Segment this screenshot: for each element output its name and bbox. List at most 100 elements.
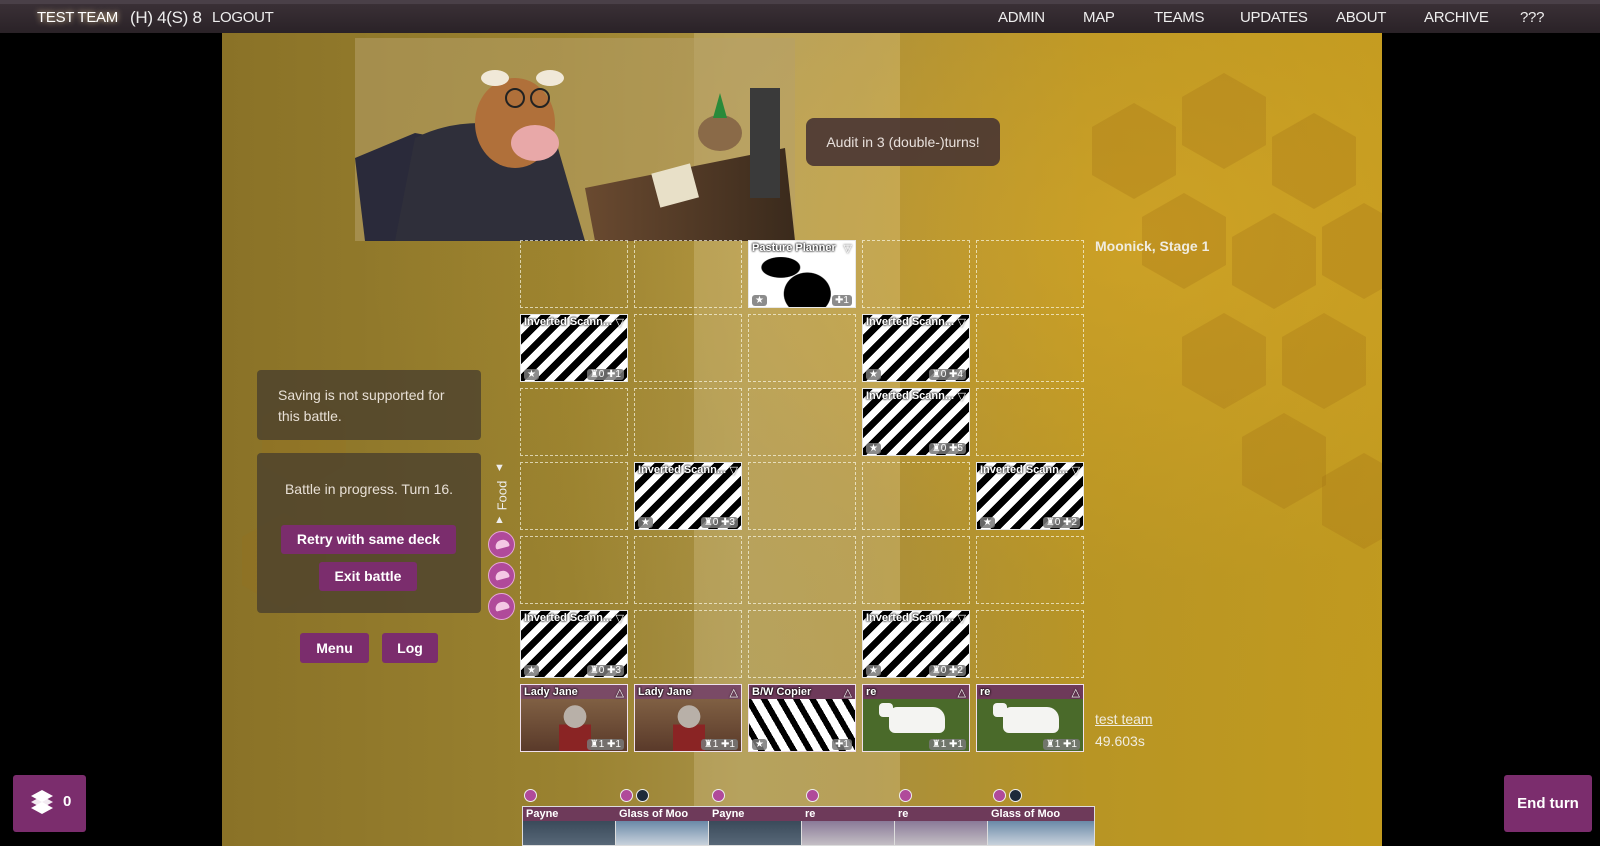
retry-button[interactable]: Retry with same deck (281, 525, 456, 554)
nav-map[interactable]: MAP (1083, 9, 1115, 26)
log-button[interactable]: Log (382, 633, 438, 663)
menu-button[interactable]: Menu (300, 633, 369, 663)
player-card[interactable]: re △ ♜1 ✚1 (976, 684, 1084, 752)
battle-status-panel: Battle in progress. Turn 16. Retry with … (257, 453, 481, 613)
board-slot[interactable] (976, 536, 1084, 604)
food-token-icon[interactable] (488, 531, 515, 558)
card-power-health: ♜1 ✚1 (1042, 739, 1080, 750)
enemy-card[interactable]: Inverted Scann... ▽ ★ ♜0 ✚5 (862, 388, 970, 456)
enemy-card[interactable]: Inverted Scann... ▽ ★ ♜0 ✚3 (520, 610, 628, 678)
hand-card[interactable]: Glass of Moo (987, 806, 1095, 846)
hand-card[interactable]: re (894, 806, 1002, 846)
card-stats: ★ ♜0 ✚5 (863, 441, 969, 455)
card-power-health: ♜1 ✚1 (928, 739, 966, 750)
board-slot[interactable] (520, 462, 628, 530)
nav-teams[interactable]: TEAMS (1154, 9, 1204, 26)
sigil-icon: ★ (524, 369, 539, 380)
food-cost-icon (899, 789, 912, 802)
food-cost-icon (993, 789, 1006, 802)
board-slot[interactable] (634, 240, 742, 308)
enemy-card[interactable]: Inverted Scann... ▽ ★ ♜0 ✚2 (976, 462, 1084, 530)
card-stats: ★ ♜0 ✚3 (521, 663, 627, 677)
triangle-down-icon: ▽ (957, 613, 966, 625)
nav-archive[interactable]: ARCHIVE (1424, 9, 1489, 26)
triangle-up-icon: ▲ (494, 514, 505, 526)
card-name: re (802, 807, 908, 821)
board-slot[interactable] (634, 610, 742, 678)
board-slot[interactable] (520, 536, 628, 604)
board-slot[interactable] (748, 388, 856, 456)
card-stats: ★ ♜0 ✚4 (863, 367, 969, 381)
board-slot[interactable] (634, 388, 742, 456)
card-name: B/W Copier (749, 685, 855, 699)
food-token-icon[interactable] (488, 562, 515, 589)
card-name: Inverted Scann... (524, 612, 613, 624)
board-slot[interactable] (520, 240, 628, 308)
enemy-card[interactable]: Inverted Scann... ▽ ★ ♜0 ✚4 (862, 314, 970, 382)
card-power-health: ♜0 ✚3 (700, 517, 738, 528)
player-card[interactable]: re △ ♜1 ✚1 (862, 684, 970, 752)
enemy-card[interactable]: Pasture Planner ▽ ★ ✚1 (748, 240, 856, 308)
card-name: Inverted Scann... (866, 612, 955, 624)
nav-about[interactable]: ABOUT (1336, 9, 1386, 26)
food-token-icon[interactable] (488, 593, 515, 620)
deck-count: 0 (63, 793, 72, 810)
enemy-card[interactable]: Inverted Scann... ▽ ★ ♜0 ✚2 (862, 610, 970, 678)
board-slot[interactable] (748, 610, 856, 678)
board-slot[interactable] (862, 462, 970, 530)
sigil-icon: ★ (638, 517, 653, 528)
player-card[interactable]: Lady Jane △ ♜1 ✚1 (520, 684, 628, 752)
exit-battle-button[interactable]: Exit battle (319, 562, 417, 591)
sigil-icon: ★ (752, 739, 767, 750)
logout-link[interactable]: LOGOUT (212, 9, 274, 26)
board-slot[interactable] (748, 314, 856, 382)
card-power-health: ♜0 ✚2 (928, 665, 966, 676)
enemy-card[interactable]: Inverted Scann... ▽ ★ ♜0 ✚3 (634, 462, 742, 530)
board-slot[interactable] (520, 388, 628, 456)
board-slot[interactable] (748, 536, 856, 604)
food-label: ▼ Food ▲ (489, 462, 513, 528)
player-name-link[interactable]: test team (1095, 711, 1153, 727)
board-slot[interactable] (748, 462, 856, 530)
player-card[interactable]: B/W Copier △ ★ ✚1 (748, 684, 856, 752)
hand-card[interactable]: Payne (522, 806, 630, 846)
card-stats: ★ ♜0 ✚1 (521, 367, 627, 381)
board-slot[interactable] (634, 314, 742, 382)
card-name: Inverted Scann... (980, 464, 1069, 476)
hand-card[interactable]: re (801, 806, 909, 846)
food-cost-icon (620, 789, 633, 802)
card-name: Lady Jane (635, 685, 741, 699)
board-slot[interactable] (862, 240, 970, 308)
cow-figure (879, 703, 945, 733)
bone-cost-icon (1009, 789, 1022, 802)
nav-admin[interactable]: ADMIN (998, 9, 1045, 26)
card-name: Inverted Scann... (866, 316, 955, 328)
food-cost-icon (712, 789, 725, 802)
card-stack-icon (31, 790, 53, 814)
board-slot[interactable] (862, 536, 970, 604)
board-slot[interactable] (976, 610, 1084, 678)
board-slot[interactable] (976, 240, 1084, 308)
player-timer: 49.603s (1095, 733, 1145, 749)
end-turn-button[interactable]: End turn (1504, 775, 1592, 832)
triangle-down-icon: ▽ (615, 317, 624, 329)
card-name: Glass of Moo (616, 807, 722, 821)
player-card[interactable]: Lady Jane △ ♜1 ✚1 (634, 684, 742, 752)
food-text: Food (494, 480, 510, 511)
hand-card[interactable]: Payne (708, 806, 816, 846)
card-art (523, 821, 629, 845)
sigil-icon: ★ (866, 443, 881, 454)
board-slot[interactable] (976, 314, 1084, 382)
nav-mystery[interactable]: ??? (1520, 9, 1544, 26)
board-slot[interactable] (976, 388, 1084, 456)
nav-updates[interactable]: UPDATES (1240, 9, 1308, 26)
triangle-up-icon: △ (843, 687, 852, 699)
card-power-health: ♜1 ✚1 (586, 739, 624, 750)
sigil-icon: ★ (866, 665, 881, 676)
card-stats: ♜1 ✚1 (521, 737, 627, 751)
board-slot[interactable] (634, 536, 742, 604)
hand-card[interactable]: Glass of Moo (615, 806, 723, 846)
card-art (616, 821, 722, 845)
deck-button[interactable]: 0 (13, 775, 86, 832)
enemy-card[interactable]: Inverted Scann... ▽ ★ ♜0 ✚1 (520, 314, 628, 382)
